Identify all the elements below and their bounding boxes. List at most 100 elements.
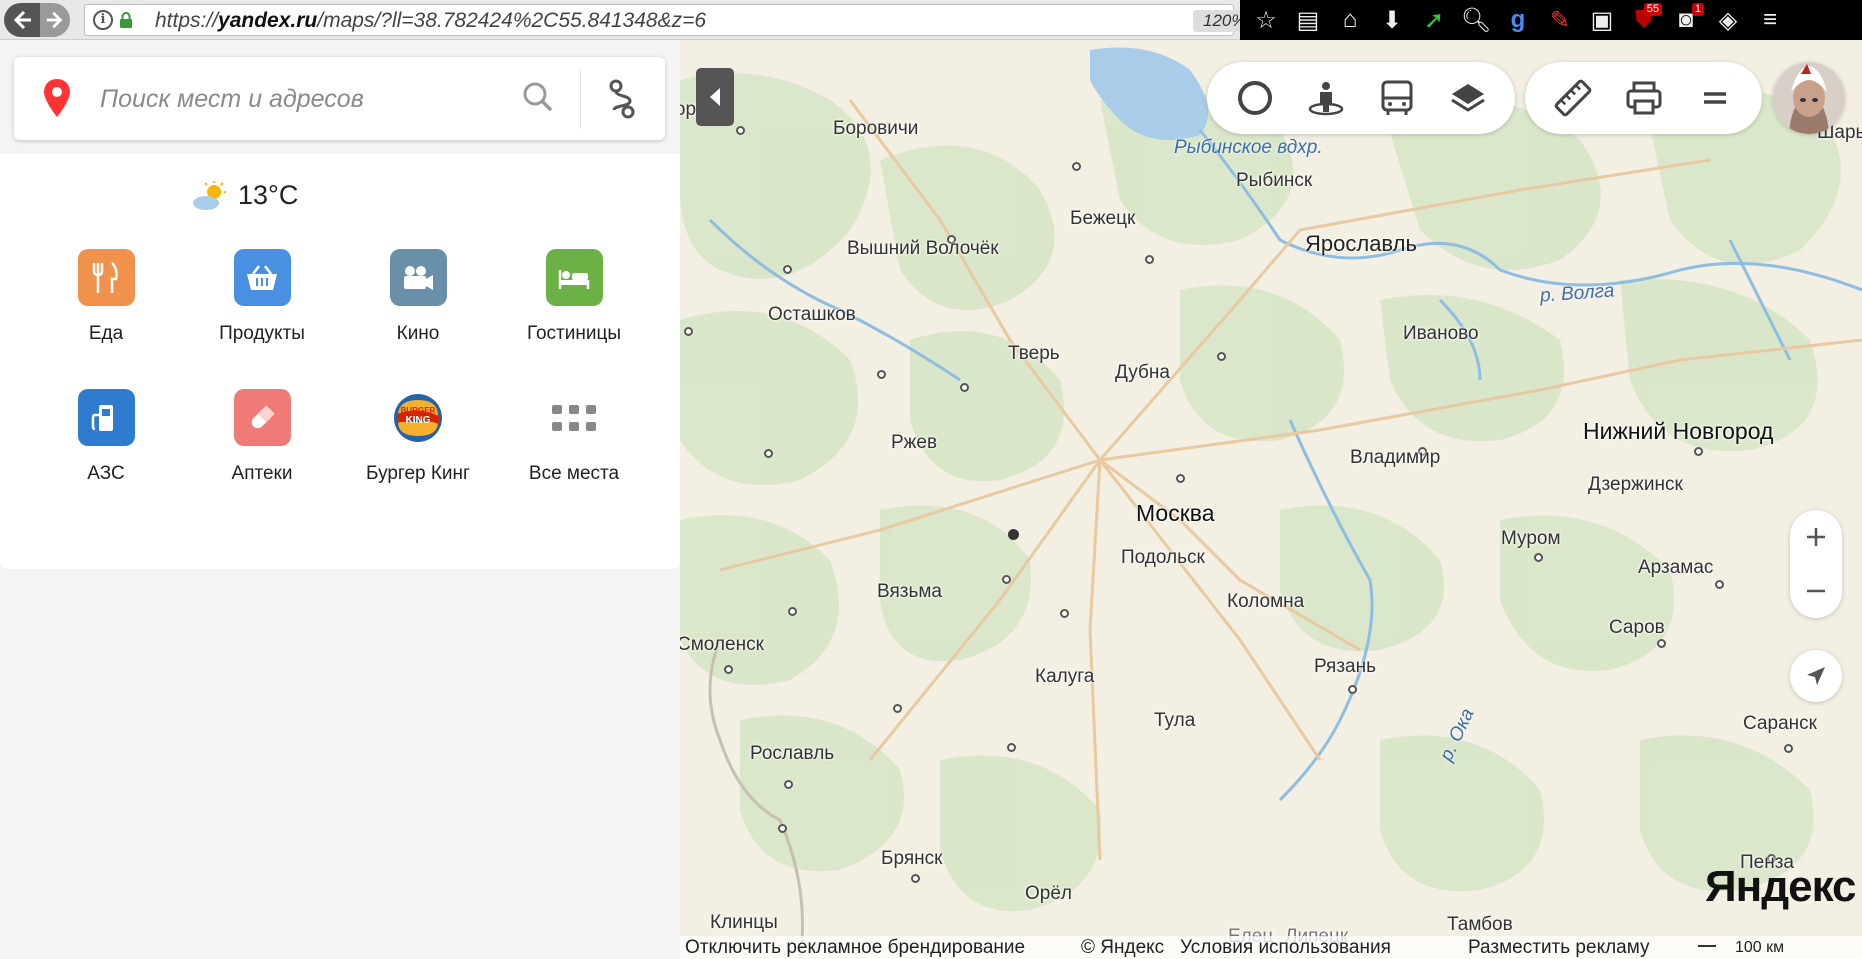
city-label-nizhny-novgorod[interactable]: Нижний Новгород xyxy=(1583,418,1773,445)
city-label-moskva[interactable]: Москва xyxy=(1136,500,1215,527)
terms-link[interactable]: Условия использования xyxy=(1180,937,1391,959)
city-dot xyxy=(788,607,797,616)
city-label-murom[interactable]: Муром xyxy=(1501,528,1561,550)
city-label-yaroslavl[interactable]: Ярославль xyxy=(1305,231,1417,257)
city-dot xyxy=(1657,639,1666,648)
city-label-kaluga[interactable]: Калуга xyxy=(1035,666,1094,688)
back-button[interactable] xyxy=(4,3,40,37)
map-layers-controls xyxy=(1207,62,1515,134)
disable-branding-link[interactable]: Отключить рекламное брендирование xyxy=(685,937,1025,959)
route-icon[interactable] xyxy=(606,79,638,119)
city-label-tambov[interactable]: Тамбов xyxy=(1447,914,1513,936)
address-bar[interactable]: i https://yandex.ru/maps/?ll=38.782424%2… xyxy=(84,4,1308,36)
city-label-tver[interactable]: Тверь xyxy=(1008,343,1060,365)
zoom-in-button[interactable] xyxy=(1790,510,1842,564)
panorama-button[interactable] xyxy=(1290,68,1361,128)
advertise-link[interactable]: Разместить рекламу xyxy=(1468,937,1650,959)
city-dot xyxy=(1348,685,1357,694)
city-label-borovichi[interactable]: Боровичи xyxy=(833,118,918,140)
city-label-bryansk[interactable]: Брянск xyxy=(881,848,942,870)
green-arrow-icon[interactable]: ➚ xyxy=(1416,3,1452,37)
category-label: Еда xyxy=(88,323,124,344)
category-label: Продукты xyxy=(219,323,305,344)
city-label-tula[interactable]: Тула xyxy=(1154,710,1195,732)
city-dot xyxy=(1176,474,1185,483)
city-label-rybinsk[interactable]: Рыбинск xyxy=(1236,170,1312,192)
url-text: https://yandex.ru/maps/?ll=38.782424%2C5… xyxy=(155,9,706,33)
forward-button[interactable] xyxy=(40,3,70,37)
ruler-button[interactable] xyxy=(1537,68,1608,128)
category-all-places[interactable]: Все места xyxy=(496,389,652,485)
chevron-left-icon xyxy=(710,88,720,106)
notification-icon[interactable]: ◙ 1 xyxy=(1668,3,1704,37)
category-gas-station[interactable]: АЗС xyxy=(28,389,184,485)
category-groceries[interactable]: Продукты xyxy=(184,249,340,345)
category-hotels[interactable]: Гостиницы xyxy=(496,249,652,345)
city-label-vvolochek[interactable]: Вышний Волочёк xyxy=(847,238,999,260)
bookmark-star-icon[interactable]: ☆ xyxy=(1248,3,1284,37)
screenshot-icon[interactable]: ▣ xyxy=(1584,3,1620,37)
pdf-icon[interactable]: ✎ xyxy=(1542,3,1578,37)
category-pharmacy[interactable]: Аптеки xyxy=(184,389,340,485)
city-label-bezhetsk[interactable]: Бежецк xyxy=(1070,208,1135,230)
geolocation-button[interactable] xyxy=(1790,650,1842,702)
city-label-ostashkov[interactable]: Осташков xyxy=(768,304,856,326)
user-avatar[interactable] xyxy=(1773,62,1845,134)
transport-button[interactable] xyxy=(1361,68,1432,128)
site-info-icon[interactable]: i xyxy=(93,10,113,30)
category-label: Бургер Кинг xyxy=(366,463,470,484)
traffic-button[interactable] xyxy=(1219,68,1290,128)
city-label-orel[interactable]: Орёл xyxy=(1025,883,1072,905)
weather-widget[interactable]: 13°C xyxy=(190,180,298,211)
city-label-klintsy[interactable]: Клинцы xyxy=(710,912,778,934)
city-label-dubna[interactable]: Дубна xyxy=(1115,362,1170,384)
sun-cloud-icon xyxy=(193,180,226,210)
city-label-kolomna[interactable]: Коломна xyxy=(1227,591,1304,613)
fork-knife-icon xyxy=(77,249,135,306)
home-icon[interactable]: ⌂ xyxy=(1332,3,1368,37)
city-label-ivanovo[interactable]: Иваново xyxy=(1403,323,1479,345)
city-label-saransk[interactable]: Саранск xyxy=(1743,713,1817,735)
search-input[interactable] xyxy=(100,77,510,121)
search-icon[interactable] xyxy=(522,81,554,113)
printer-icon xyxy=(1626,81,1661,115)
city-label-arzamas[interactable]: Арзамас xyxy=(1638,557,1713,579)
ublock-icon[interactable]: ⛊ 55 xyxy=(1626,3,1662,37)
collapse-panel-button[interactable] xyxy=(696,68,734,126)
city-label-smolensk[interactable]: Смоленск xyxy=(680,634,764,656)
category-food[interactable]: Еда xyxy=(28,249,184,345)
menu-icon[interactable]: ≡ xyxy=(1752,3,1788,37)
category-burger-king[interactable]: BURGER KING Бургер Кинг xyxy=(340,389,496,485)
city-label-roslavl[interactable]: Рославль xyxy=(750,743,834,765)
zoom-controls xyxy=(1790,510,1842,618)
yandex-logo[interactable]: Яндекс xyxy=(1705,862,1857,912)
fuel-icon xyxy=(77,389,135,446)
city-label-ryazan[interactable]: Рязань xyxy=(1314,656,1376,678)
city-label-rzhev[interactable]: Ржев xyxy=(891,432,937,454)
city-label-sarov[interactable]: Саров xyxy=(1609,617,1665,639)
reading-list-icon[interactable]: ▤ xyxy=(1290,3,1326,37)
categories-card: 13°C Еда Продукты Кино Гостиницы АЗС Апт… xyxy=(0,154,680,569)
category-label: Аптеки xyxy=(231,463,293,484)
download-icon[interactable]: ⬇ xyxy=(1374,3,1410,37)
category-cinema[interactable]: Кино xyxy=(340,249,496,345)
vpn-icon[interactable]: ◈ xyxy=(1710,3,1746,37)
zoom-out-button[interactable] xyxy=(1790,564,1842,618)
google-icon[interactable]: g xyxy=(1500,3,1536,37)
map-canvas[interactable]: Новгород Боровичи Рыбинское вдхр. Шарья … xyxy=(680,40,1862,959)
city-label-podolsk[interactable]: Подольск xyxy=(1121,547,1205,569)
search-tool-icon[interactable]: 🔍︎ xyxy=(1458,3,1494,37)
city-label-vyazma[interactable]: Вязьма xyxy=(877,581,942,603)
avatar-image xyxy=(1773,62,1845,134)
city-label-dzerzhinsk[interactable]: Дзержинск xyxy=(1588,474,1683,496)
city-label-vladimir[interactable]: Владимир xyxy=(1350,447,1440,469)
browser-toolbar: i https://yandex.ru/maps/?ll=38.782424%2… xyxy=(0,0,1862,40)
hamburger-icon xyxy=(1703,92,1726,104)
lock-icon xyxy=(120,12,132,28)
ruler-icon xyxy=(1554,79,1591,117)
basket-icon xyxy=(233,249,291,306)
panorama-person-icon xyxy=(1308,82,1343,116)
menu-button[interactable] xyxy=(1679,68,1750,128)
layers-button[interactable] xyxy=(1432,68,1503,128)
print-button[interactable] xyxy=(1608,68,1679,128)
